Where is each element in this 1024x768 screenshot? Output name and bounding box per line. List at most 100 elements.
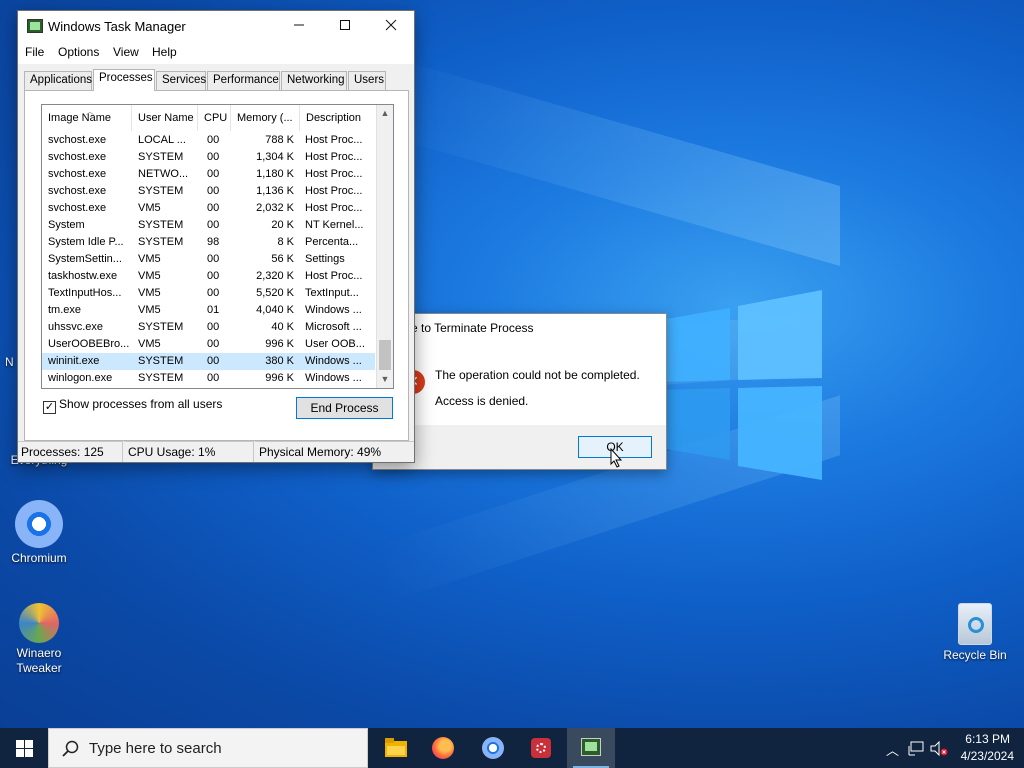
processes-panel: ︿ Image Name User Name CPU Memory (... D… [24,90,409,441]
taskbar-search-box[interactable]: Type here to search [48,728,368,768]
minimize-button[interactable] [276,11,322,42]
column-header-image-name[interactable]: ︿ Image Name [42,105,132,131]
process-description: Windows ... [305,304,362,316]
menu-file[interactable]: File [25,45,44,59]
column-header-description[interactable]: Description [300,105,377,131]
column-header-cpu[interactable]: CPU [198,105,231,131]
process-list[interactable]: ︿ Image Name User Name CPU Memory (... D… [41,104,394,389]
taskbar: Type here to search ︿ 6:13 PM 4/23/2024 [0,728,1024,768]
desktop-icon-recycle-bin[interactable]: Recycle Bin [937,603,1013,663]
process-memory: 4,040 K [256,304,294,316]
process-cpu: 00 [207,355,220,367]
recycle-symbol-icon [968,617,984,633]
desktop-icon-winaero-tweaker[interactable]: Winaero Tweaker [1,603,77,676]
column-header-memory[interactable]: Memory (... [231,105,300,131]
recycle-bin-icon [958,603,992,645]
network-icon[interactable] [908,741,924,756]
volume-muted-icon[interactable] [930,741,948,756]
table-row[interactable]: winlogon.exe SYSTEM 00 996 K Windows ... [42,370,375,387]
process-name: uhssvc.exe [48,321,104,333]
table-row[interactable]: UserOOBEBro... VM5 00 996 K User OOB... [42,336,375,353]
task-manager-icon [581,738,601,756]
process-user: VM5 [138,202,161,214]
table-row[interactable]: System Idle P... SYSTEM 98 8 K Percenta... [42,234,375,251]
chromium-icon [482,737,504,759]
taskbar-task-manager[interactable] [567,728,615,768]
scroll-up-arrow-icon[interactable]: ▲ [377,105,393,122]
chevron-up-icon[interactable]: ︿ [886,740,899,759]
taskbar-settings-app[interactable] [517,728,565,768]
scroll-thumb[interactable] [379,340,391,370]
table-row[interactable]: svchost.exe NETWO... 00 1,180 K Host Proc... [42,166,375,183]
table-row[interactable]: wininit.exe SYSTEM 00 380 K Windows ... [42,353,375,370]
gear-icon [536,743,546,753]
maximize-button[interactable] [322,11,368,42]
process-user: SYSTEM [138,151,184,163]
tab-services[interactable]: Services [156,71,206,90]
error-message: The operation could not be completed. [435,368,640,382]
process-memory: 788 K [265,134,294,146]
chromium-icon [15,500,63,548]
taskbar-chromium[interactable] [469,728,517,768]
process-description: Host Proc... [305,202,363,214]
tab-processes[interactable]: Processes [93,69,155,91]
table-row[interactable]: svchost.exe SYSTEM 00 1,136 K Host Proc... [42,183,375,200]
desktop-icon-chromium[interactable]: Chromium [1,500,77,566]
clock-date[interactable]: 4/23/2024 [961,749,1014,763]
column-header-label: User Name [138,112,194,124]
task-manager-screen [585,742,597,751]
column-header-user-name[interactable]: User Name [132,105,198,131]
process-memory: 996 K [265,338,294,350]
process-name: taskhostw.exe [48,270,118,282]
process-cpu: 00 [207,151,220,163]
light-beam [380,54,840,266]
column-headers: ︿ Image Name User Name CPU Memory (... D… [42,105,377,131]
clock-time[interactable]: 6:13 PM [965,732,1010,746]
process-user: LOCAL ... [138,134,186,146]
process-memory: 5,520 K [256,287,294,299]
table-row[interactable]: TextInputHos... VM5 00 5,520 K TextInput... [42,285,375,302]
start-button[interactable] [0,728,48,768]
table-row[interactable]: SystemSettin... VM5 00 56 K Settings [42,251,375,268]
show-all-users-checkbox[interactable]: ✓ Show processes from all users [43,397,222,414]
error-dialog: e to Terminate Process ✕ The operation c… [372,313,667,470]
menu-view[interactable]: View [113,45,139,59]
table-row[interactable]: System SYSTEM 00 20 K NT Kernel... [42,217,375,234]
system-tray: ︿ 6:13 PM 4/23/2024 [884,728,1024,768]
tab-performance[interactable]: Performance [207,71,280,90]
title-bar[interactable]: Windows Task Manager [18,11,414,42]
taskbar-firefox[interactable] [419,728,467,768]
process-memory: 380 K [265,355,294,367]
window-title: Windows Task Manager [48,19,186,34]
table-row[interactable]: uhssvc.exe SYSTEM 00 40 K Microsoft ... [42,319,375,336]
tab-networking[interactable]: Networking [281,71,347,90]
process-user: SYSTEM [138,219,184,231]
maximize-icon [340,20,350,30]
table-row[interactable]: svchost.exe VM5 00 2,032 K Host Proc... [42,200,375,217]
scroll-down-arrow-icon[interactable]: ▼ [377,371,393,388]
table-row[interactable]: svchost.exe SYSTEM 00 1,304 K Host Proc... [42,149,375,166]
process-name: svchost.exe [48,202,107,214]
process-cpu: 00 [207,287,220,299]
table-row[interactable]: svchost.exe LOCAL ... 00 788 K Host Proc... [42,132,375,149]
mouse-cursor-icon [610,448,623,468]
tab-applications[interactable]: Applications [24,71,92,90]
menu-options[interactable]: Options [58,45,99,59]
process-description: Host Proc... [305,151,363,163]
process-user: SYSTEM [138,236,184,248]
firefox-icon [432,737,454,759]
process-user: VM5 [138,338,161,350]
windows-logo [660,290,822,480]
table-row[interactable]: tm.exe VM5 01 4,040 K Windows ... [42,302,375,319]
close-button[interactable] [368,11,414,42]
menu-help[interactable]: Help [152,45,177,59]
end-process-button[interactable]: End Process [296,397,393,419]
tab-users[interactable]: Users [348,71,386,90]
taskbar-file-explorer[interactable] [371,728,419,768]
process-cpu: 00 [207,185,220,197]
vertical-scrollbar[interactable]: ▲ ▼ [376,105,393,388]
status-cpu-usage: CPU Usage: 1% [124,441,254,462]
search-icon [62,740,79,757]
table-row[interactable]: taskhostw.exe VM5 00 2,320 K Host Proc... [42,268,375,285]
process-cpu: 01 [207,304,220,316]
